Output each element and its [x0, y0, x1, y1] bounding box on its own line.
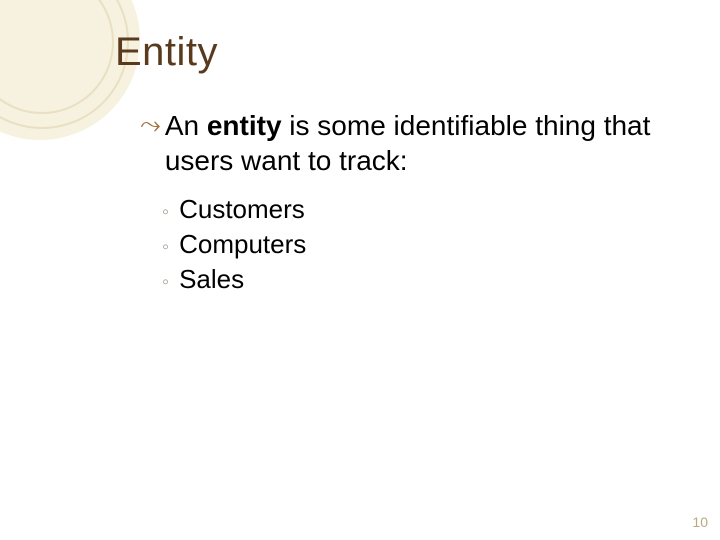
slide-body: ⤳ An entity is some identifiable thing t… — [140, 108, 660, 297]
ring-bullet-icon: ◦ — [162, 269, 169, 296]
corner-decoration — [0, 0, 130, 130]
ring-bullet-icon: ◦ — [162, 234, 169, 261]
list-item: ◦ Customers — [162, 192, 660, 227]
list-item: ◦ Computers — [162, 227, 660, 262]
slide: Entity ⤳ An entity is some identifiable … — [0, 0, 720, 540]
list-item: ◦ Sales — [162, 262, 660, 297]
page-number: 10 — [692, 514, 708, 530]
slide-title: Entity — [115, 30, 218, 75]
bullet-text-bold: entity — [207, 110, 282, 141]
bullet-text: An entity is some identifiable thing tha… — [165, 108, 660, 178]
list-item-label: Customers — [179, 192, 305, 227]
sub-list: ◦ Customers ◦ Computers ◦ Sales — [162, 192, 660, 297]
bullet-text-pre: An — [165, 110, 207, 141]
bullet-item: ⤳ An entity is some identifiable thing t… — [140, 108, 660, 178]
tilde-bullet-icon: ⤳ — [140, 108, 161, 142]
ring-bullet-icon: ◦ — [162, 199, 169, 226]
list-item-label: Computers — [179, 227, 306, 262]
list-item-label: Sales — [179, 262, 244, 297]
